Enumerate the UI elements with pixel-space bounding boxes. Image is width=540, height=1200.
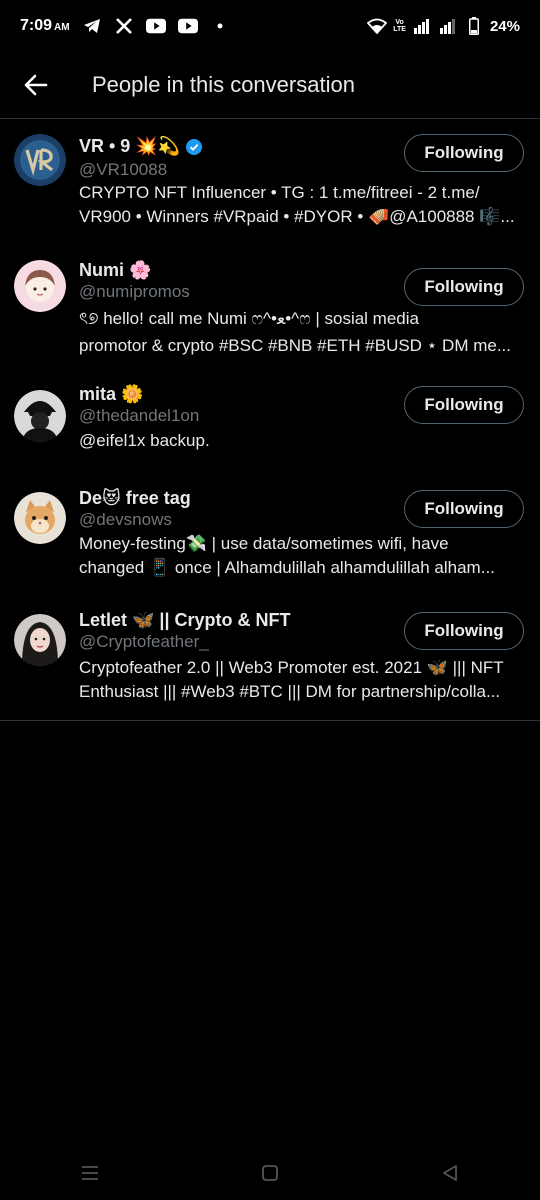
- dot-icon: [210, 16, 230, 36]
- header: People in this conversation: [0, 52, 540, 119]
- bio-line: changed 📱 once | Alhamdulillah alhamduli…: [79, 558, 495, 577]
- display-name: Letlet 🦋 || Crypto & NFT: [79, 610, 291, 630]
- person-item[interactable]: Letlet 🦋 || Crypto & NFT @Cryptofeather_…: [0, 602, 540, 720]
- following-button[interactable]: Following: [404, 134, 524, 172]
- status-bar: 7:09 AM Vo LTE 24%: [0, 0, 540, 52]
- clock: 7:09 AM: [20, 17, 70, 35]
- volte-bottom: LTE: [393, 26, 406, 33]
- display-name: Numi 🌸: [79, 260, 152, 280]
- user-bio: Cryptofeather 2.0 || Web3 Promoter est. …: [79, 656, 525, 704]
- avatar[interactable]: [14, 614, 66, 666]
- volte-indicator: Vo LTE: [393, 19, 406, 33]
- avatar[interactable]: [14, 492, 66, 544]
- x-icon: [114, 16, 134, 36]
- person-item[interactable]: Numi 🌸 @numipromos ৎ୭ hello! call me Num…: [0, 252, 540, 376]
- battery-percent: 24%: [489, 17, 520, 35]
- user-bio: ৎ୭ hello! call me Numi ෆ^•ﻌ•^ෆ | sosial …: [79, 307, 525, 358]
- user-handle: @VR10088: [79, 160, 168, 179]
- clock-ampm: AM: [54, 22, 70, 33]
- back-button[interactable]: [14, 63, 58, 107]
- back-icon: [443, 1164, 457, 1181]
- status-left: 7:09 AM: [20, 16, 230, 36]
- following-button[interactable]: Following: [404, 386, 524, 424]
- person-item[interactable]: VR • 9 💥💫 @VR10088 CRYPTO NFT Influencer…: [0, 120, 540, 252]
- user-bio: @eifel1x backup.: [79, 429, 525, 453]
- bio-line: promotor & crypto #BSC #BNB #ETH #BUSD ⋆…: [79, 336, 511, 355]
- display-name-row: De😻 free tag: [79, 488, 191, 509]
- following-button[interactable]: Following: [404, 490, 524, 528]
- user-handle: @numipromos: [79, 282, 190, 301]
- volte-top: Vo: [395, 19, 404, 26]
- bio-line: Cryptofeather 2.0 || Web3 Promoter est. …: [79, 658, 504, 677]
- user-handle: @thedandel1on: [79, 406, 200, 425]
- bio-line: Enthusiast ||| #Web3 #BTC ||| DM for par…: [79, 682, 501, 701]
- page-title: People in this conversation: [92, 72, 355, 97]
- avatar[interactable]: [14, 390, 66, 442]
- display-name-row: VR • 9 💥💫: [79, 136, 203, 157]
- clock-time: 7:09: [20, 17, 53, 34]
- display-name-row: Letlet 🦋 || Crypto & NFT: [79, 610, 290, 631]
- display-name: De😻 free tag: [79, 488, 191, 508]
- recent-apps-button[interactable]: [70, 1153, 110, 1193]
- system-back-button[interactable]: [430, 1153, 470, 1193]
- display-name: mita 🌼: [79, 384, 144, 404]
- battery-icon: [464, 16, 484, 36]
- home-button[interactable]: [250, 1153, 290, 1193]
- following-button[interactable]: Following: [404, 268, 524, 306]
- avatar[interactable]: [14, 134, 66, 186]
- following-button[interactable]: Following: [404, 612, 524, 650]
- status-right: Vo LTE 24%: [367, 16, 520, 36]
- bio-line: @eifel1x backup.: [79, 431, 210, 450]
- bio-line: CRYPTO NFT Influencer • TG : 1 t.me/fitr…: [79, 183, 480, 202]
- telegram-icon: [82, 16, 102, 36]
- user-bio: CRYPTO NFT Influencer • TG : 1 t.me/fitr…: [79, 181, 525, 229]
- home-icon: [262, 1164, 278, 1181]
- signal-icon: [438, 16, 458, 36]
- user-bio: Money-festing💸 | use data/sometimes wifi…: [79, 532, 525, 580]
- display-name: VR • 9 💥💫: [79, 136, 181, 156]
- bio-line: VR900 • Winners #VRpaid • #DYOR • 🪗@A100…: [79, 207, 515, 226]
- display-name-row: Numi 🌸: [79, 260, 151, 281]
- bio-line: Money-festing💸 | use data/sometimes wifi…: [79, 534, 449, 553]
- person-item[interactable]: mita 🌼 @thedandel1on @eifel1x backup. Fo…: [0, 376, 540, 480]
- recent-apps-icon: [82, 1165, 98, 1180]
- back-arrow-icon: [24, 74, 48, 96]
- people-list: VR • 9 💥💫 @VR10088 CRYPTO NFT Influencer…: [0, 120, 540, 721]
- person-item[interactable]: De😻 free tag @devsnows Money-festing💸 | …: [0, 480, 540, 602]
- system-nav-bar: [0, 1150, 540, 1195]
- youtube-icon: [145, 16, 166, 36]
- user-handle: @devsnows: [79, 510, 172, 529]
- user-handle: @Cryptofeather_: [79, 632, 209, 651]
- bio-line: ৎ୭ hello! call me Numi ෆ^•ﻌ•^ෆ | sosial …: [79, 309, 419, 328]
- avatar[interactable]: [14, 260, 66, 312]
- wifi-icon: [367, 16, 388, 36]
- display-name-row: mita 🌼: [79, 384, 143, 405]
- verified-badge-icon: [186, 138, 203, 155]
- signal-icon: [412, 16, 432, 36]
- youtube-icon: [177, 16, 198, 36]
